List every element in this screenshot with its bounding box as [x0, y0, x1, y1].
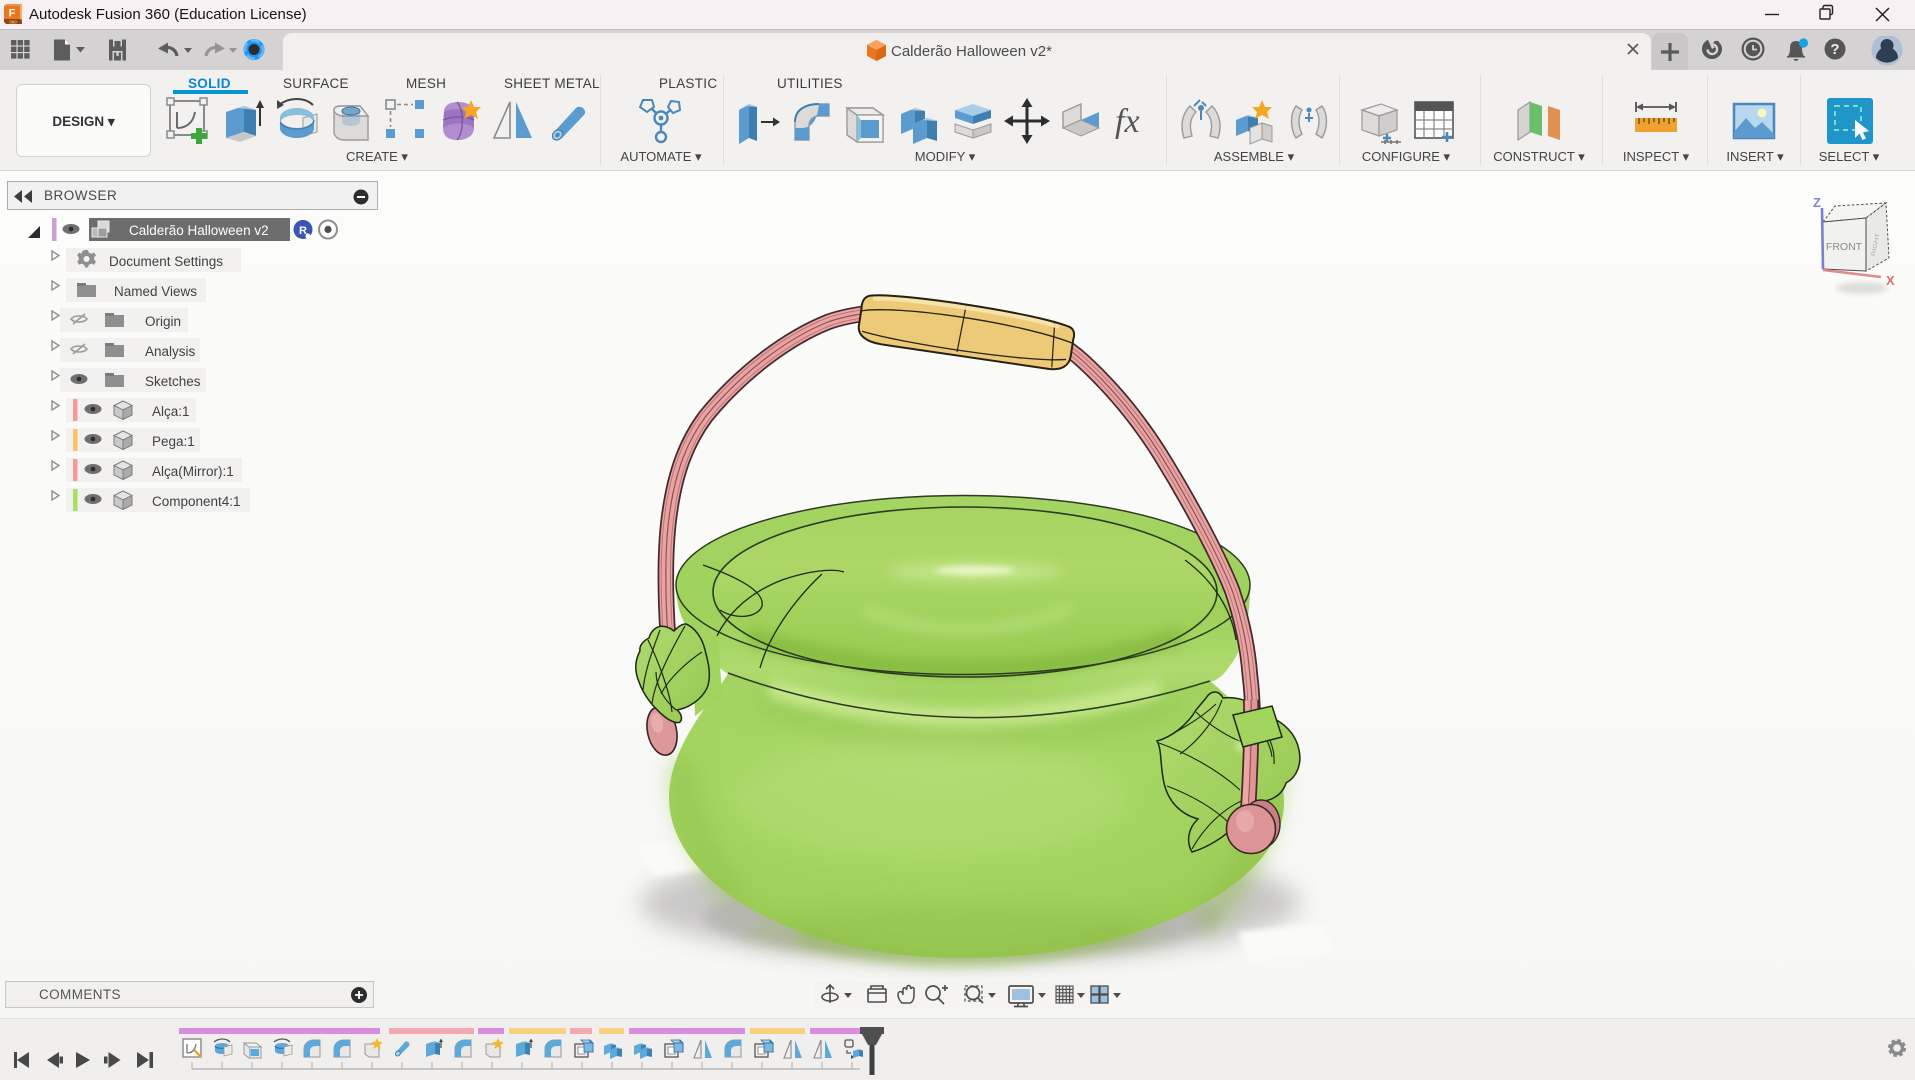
svg-text:FRONT: FRONT: [1826, 241, 1863, 253]
svg-text:Z: Z: [1813, 195, 1821, 210]
svg-text:Named Views: Named Views: [114, 284, 197, 299]
svg-text:Component4:1: Component4:1: [152, 494, 241, 509]
svg-text:Alça:1: Alça:1: [152, 404, 190, 419]
svg-text:360: 360: [9, 20, 17, 25]
svg-text:Analysis: Analysis: [145, 344, 196, 359]
svg-text:?: ?: [1830, 41, 1839, 58]
svg-text:Document Settings: Document Settings: [109, 254, 223, 269]
svg-text:Calderão Halloween v2: Calderão Halloween v2: [129, 223, 269, 238]
svg-text:Origin: Origin: [145, 314, 181, 329]
svg-text:Pega:1: Pega:1: [152, 434, 195, 449]
svg-text:fx: fx: [1115, 103, 1140, 140]
svg-text:F: F: [9, 8, 16, 20]
svg-text:Sketches: Sketches: [145, 374, 201, 389]
svg-text:X: X: [1886, 273, 1895, 288]
svg-text:Alça(Mirror):1: Alça(Mirror):1: [152, 464, 234, 479]
